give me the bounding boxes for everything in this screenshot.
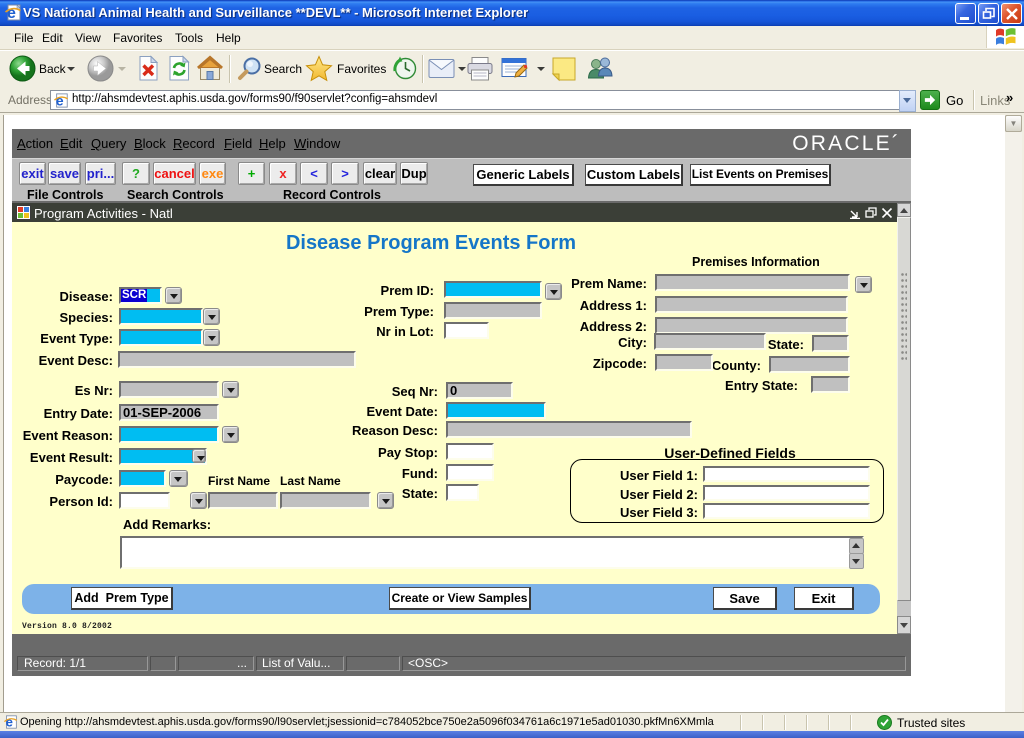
svg-text:e: e: [6, 715, 13, 729]
svg-text:e: e: [56, 93, 64, 108]
svg-text:e: e: [7, 5, 16, 21]
